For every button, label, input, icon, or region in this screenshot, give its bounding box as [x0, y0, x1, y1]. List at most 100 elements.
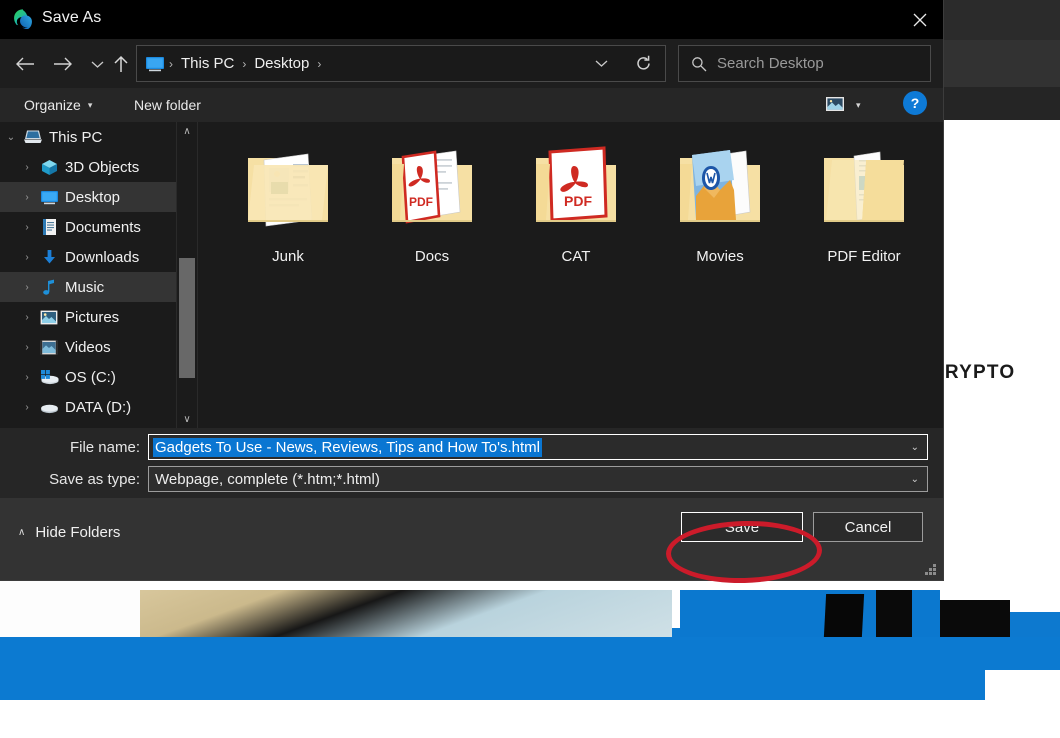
folder-with-webpage-icon	[236, 134, 340, 238]
sidebar-item-label: OS (C:)	[65, 368, 116, 386]
background-thumbnail-c	[940, 600, 1010, 637]
chevron-right-icon[interactable]: ›	[16, 372, 38, 383]
chevron-right-icon[interactable]: ›	[16, 162, 38, 173]
search-placeholder: Search Desktop	[717, 55, 824, 72]
folder-grid: Junk PDF Docs PDF CAT Movies PDF Editor	[198, 122, 943, 265]
sidebar-item-os-c[interactable]: › OS (C:)	[0, 362, 176, 392]
folder-label: PDF Editor	[827, 248, 901, 265]
scroll-down-icon[interactable]: ∨	[177, 410, 197, 428]
savetype-chevron-down-icon[interactable]: ⌄	[911, 467, 919, 491]
refresh-icon[interactable]	[630, 50, 656, 76]
breadcrumb-item-this-pc[interactable]: This PC	[175, 55, 240, 72]
organize-label: Organize	[24, 97, 81, 113]
sidebar-item-label: Music	[65, 278, 105, 296]
scroll-up-icon[interactable]: ∧	[177, 122, 197, 140]
address-breadcrumb-bar[interactable]: › This PC › Desktop ›	[136, 45, 666, 82]
folder-with-pdf-icon: PDF	[524, 134, 628, 238]
filename-chevron-down-icon[interactable]: ⌄	[911, 435, 919, 459]
scrollbar-thumb[interactable]	[179, 258, 195, 378]
navigation-bar: › This PC › Desktop › Search Desktop	[0, 39, 943, 88]
sidebar-item-this-pc[interactable]: ⌄ This PC	[0, 122, 176, 152]
chevron-right-icon[interactable]: ›	[16, 312, 38, 323]
help-button[interactable]: ?	[903, 91, 927, 115]
sidebar-item-desktop[interactable]: › Desktop	[0, 182, 176, 212]
hide-folders-button[interactable]: ∧ Hide Folders	[18, 524, 120, 541]
computer-icon	[22, 127, 44, 147]
file-list-pane[interactable]: Junk PDF Docs PDF CAT Movies PDF Editor	[197, 122, 943, 428]
up-one-level-icon[interactable]	[108, 51, 134, 77]
list-item[interactable]: Movies	[648, 134, 792, 265]
folder-with-pdf-icon: PDF	[380, 134, 484, 238]
chevron-right-icon[interactable]: ›	[16, 342, 38, 353]
close-icon[interactable]	[897, 0, 943, 39]
dialog-form-area: File name: Gadgets To Use - News, Review…	[0, 428, 943, 498]
new-folder-button[interactable]: New folder	[126, 91, 209, 119]
list-item[interactable]: Junk	[216, 134, 360, 265]
hide-folders-label: Hide Folders	[35, 524, 121, 541]
list-item[interactable]: PDF Editor	[792, 134, 936, 265]
breadcrumb-separator-trailing[interactable]: ›	[315, 58, 323, 70]
chevron-right-icon[interactable]: ›	[16, 402, 38, 413]
downloads-icon	[38, 247, 60, 267]
resize-grip-icon[interactable]	[925, 564, 937, 576]
folder-label: Movies	[696, 248, 744, 265]
svg-text:PDF: PDF	[564, 193, 592, 209]
filename-value: Gadgets To Use - News, Reviews, Tips and…	[153, 437, 542, 457]
folder-label: Junk	[272, 248, 304, 265]
recent-locations-chevron-down-icon[interactable]	[84, 51, 110, 77]
chevron-right-icon[interactable]: ›	[16, 192, 38, 203]
sidebar-item-label: Desktop	[65, 188, 121, 206]
chevron-right-icon[interactable]: ›	[16, 282, 38, 293]
search-input[interactable]: Search Desktop	[678, 45, 931, 82]
windows-disk-icon	[38, 367, 60, 387]
list-item[interactable]: PDF Docs	[360, 134, 504, 265]
sidebar-item-downloads[interactable]: › Downloads	[0, 242, 176, 272]
folder-with-pages-icon	[812, 134, 916, 238]
filename-input[interactable]: Gadgets To Use - News, Reviews, Tips and…	[148, 434, 928, 460]
videos-icon	[38, 337, 60, 357]
chevron-down-icon[interactable]: ⌄	[0, 132, 22, 143]
edge-logo-icon	[12, 8, 34, 30]
sidebar-item-3d-objects[interactable]: › 3D Objects	[0, 152, 176, 182]
breadcrumb-item-desktop[interactable]: Desktop	[248, 55, 315, 72]
dialog-footer: ∧ Hide Folders Save Cancel	[0, 498, 943, 580]
back-icon[interactable]	[12, 51, 38, 77]
music-note-icon	[38, 277, 60, 297]
savetype-select[interactable]: Webpage, complete (*.htm;*.html) ⌄	[148, 466, 928, 492]
savetype-label: Save as type:	[49, 470, 140, 488]
forward-icon[interactable]	[50, 51, 76, 77]
tree-scrollbar[interactable]: ∧ ∨	[176, 122, 197, 428]
list-item[interactable]: PDF CAT	[504, 134, 648, 265]
folder-label: Docs	[414, 248, 450, 265]
sidebar-item-label: Downloads	[65, 248, 140, 266]
filename-row: File name: Gadgets To Use - News, Review…	[0, 434, 943, 460]
chevron-right-icon[interactable]: ›	[16, 222, 38, 233]
cancel-button[interactable]: Cancel	[813, 512, 923, 542]
sidebar-item-label: DATA (D:)	[65, 398, 132, 416]
address-dropdown-chevron-down-icon[interactable]	[590, 51, 612, 75]
chevron-up-icon: ∧	[18, 526, 26, 538]
dialog-title: Save As	[42, 9, 102, 26]
desktop-monitor-icon	[145, 56, 165, 72]
view-chevron-down-icon[interactable]: ▾	[856, 100, 861, 111]
search-icon	[691, 56, 707, 72]
sidebar-item-pictures[interactable]: › Pictures	[0, 302, 176, 332]
dialog-titlebar[interactable]: Save As	[0, 0, 943, 39]
cube-icon	[38, 157, 60, 177]
view-layout-icon[interactable]	[822, 93, 848, 117]
sidebar-item-label: This PC	[49, 128, 103, 146]
background-blue-band	[0, 628, 1060, 700]
sidebar-item-music[interactable]: › Music	[0, 272, 176, 302]
organize-button[interactable]: Organize ▾	[16, 91, 100, 119]
sidebar-item-data-d[interactable]: › DATA (D:)	[0, 392, 176, 422]
navigation-tree: ⌄ This PC › 3D Objects › Desktop › Docum…	[0, 122, 176, 428]
savetype-row: Save as type: Webpage, complete (*.htm;*…	[0, 466, 943, 492]
save-button[interactable]: Save	[681, 512, 803, 542]
dialog-main-area: ⌄ This PC › 3D Objects › Desktop › Docum…	[0, 122, 943, 428]
sidebar-item-label: Videos	[65, 338, 111, 356]
chevron-right-icon[interactable]: ›	[16, 252, 38, 263]
sidebar-item-videos[interactable]: › Videos	[0, 332, 176, 362]
sidebar-item-documents[interactable]: › Documents	[0, 212, 176, 242]
desktop-icon	[38, 187, 60, 207]
folder-label: CAT	[561, 248, 591, 265]
